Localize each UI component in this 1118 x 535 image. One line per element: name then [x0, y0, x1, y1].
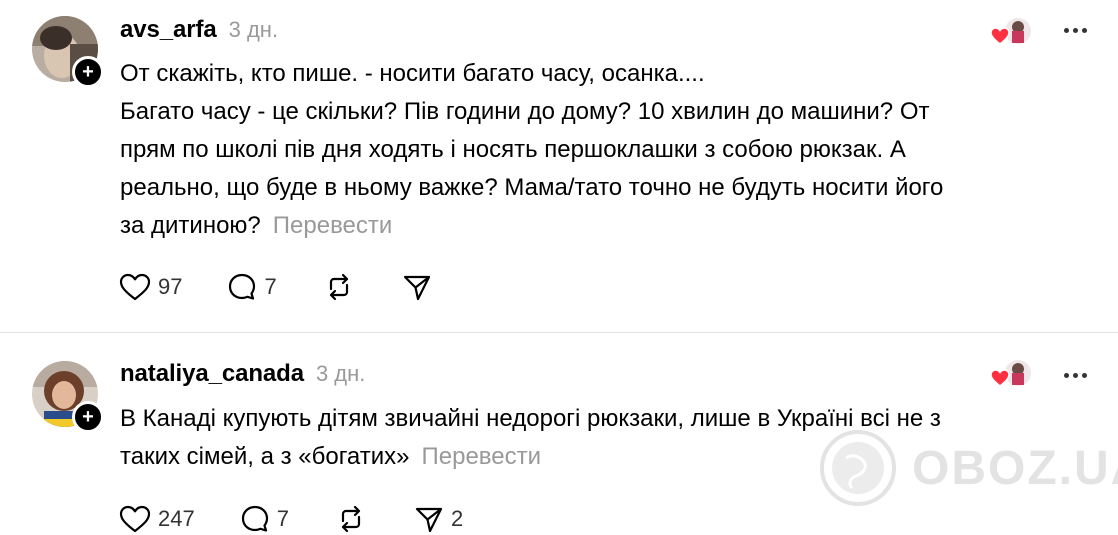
- post: + nataliya_canada 3 дн. В Канаді купують…: [0, 333, 1118, 534]
- comment-icon: [241, 505, 268, 532]
- post: + avs_arfa 3 дн. От скажіть, кто пише. -…: [0, 0, 1118, 332]
- like-button[interactable]: 247: [118, 503, 195, 535]
- avatar-wrap: +: [32, 16, 104, 88]
- more-icon[interactable]: [1064, 20, 1092, 40]
- more-icon[interactable]: [1064, 365, 1092, 385]
- reply-count: 7: [264, 274, 277, 299]
- heart-icon: [119, 273, 151, 301]
- post-text-line: реально, що буде в ньому важке? Мама/тат…: [120, 174, 944, 201]
- avatar-wrap: +: [32, 361, 104, 433]
- reply-button[interactable]: 7: [226, 271, 277, 303]
- send-icon: [415, 507, 443, 533]
- post-text-line: за дитиною?: [120, 212, 261, 239]
- share-button[interactable]: [401, 271, 433, 303]
- repost-icon: [329, 273, 348, 301]
- post-text: В Канаді купують дітям звичайні недорогі…: [120, 400, 1085, 476]
- follow-plus-icon[interactable]: +: [72, 401, 104, 433]
- post-text-line: прям по школі пів дня ходять і носять пе…: [120, 136, 906, 163]
- liked-by-avatar-icon[interactable]: [990, 359, 1034, 391]
- like-count: 97: [158, 274, 183, 299]
- action-bar: 97 7: [118, 271, 433, 303]
- reply-button[interactable]: 7: [239, 503, 289, 535]
- share-count: 2: [450, 506, 464, 531]
- action-bar: 247 7 2: [118, 503, 463, 535]
- post-text-line: От скажіть, кто пише. - носити багато ча…: [120, 60, 705, 87]
- post-text-line-last: за дитиною? Перевести: [120, 207, 1085, 245]
- repost-button[interactable]: [323, 271, 355, 303]
- like-button[interactable]: 97: [118, 271, 182, 303]
- send-icon: [403, 275, 430, 301]
- liked-by-avatar-icon[interactable]: [990, 17, 1034, 49]
- post-text-line-last: таких сімей, а з «богатих» Перевести: [120, 438, 1085, 476]
- follow-plus-icon[interactable]: +: [72, 56, 104, 88]
- share-button[interactable]: 2: [413, 503, 463, 535]
- heart-icon: [119, 505, 151, 533]
- post-time: 3 дн.: [228, 17, 279, 42]
- username[interactable]: avs_arfa: [120, 16, 217, 44]
- like-count: 247: [158, 506, 195, 531]
- post-header: avs_arfa 3 дн.: [120, 16, 278, 44]
- repost-button[interactable]: [335, 503, 367, 535]
- post-header: nataliya_canada 3 дн.: [120, 360, 365, 388]
- post-text: От скажіть, кто пише. - носити багато ча…: [120, 55, 1085, 245]
- translate-link[interactable]: Перевести: [422, 443, 542, 470]
- post-text-line: Багато часу - це скільки? Пів години до …: [120, 98, 930, 125]
- post-text-line: В Канаді купують дітям звичайні недорогі…: [120, 405, 941, 432]
- translate-link[interactable]: Перевести: [273, 212, 393, 239]
- post-time: 3 дн.: [315, 361, 366, 386]
- repost-icon: [341, 505, 361, 533]
- reply-count: 7: [276, 506, 289, 531]
- post-text-line: таких сімей, а з «богатих»: [120, 443, 410, 470]
- comment-icon: [229, 273, 256, 300]
- username[interactable]: nataliya_canada: [120, 360, 304, 388]
